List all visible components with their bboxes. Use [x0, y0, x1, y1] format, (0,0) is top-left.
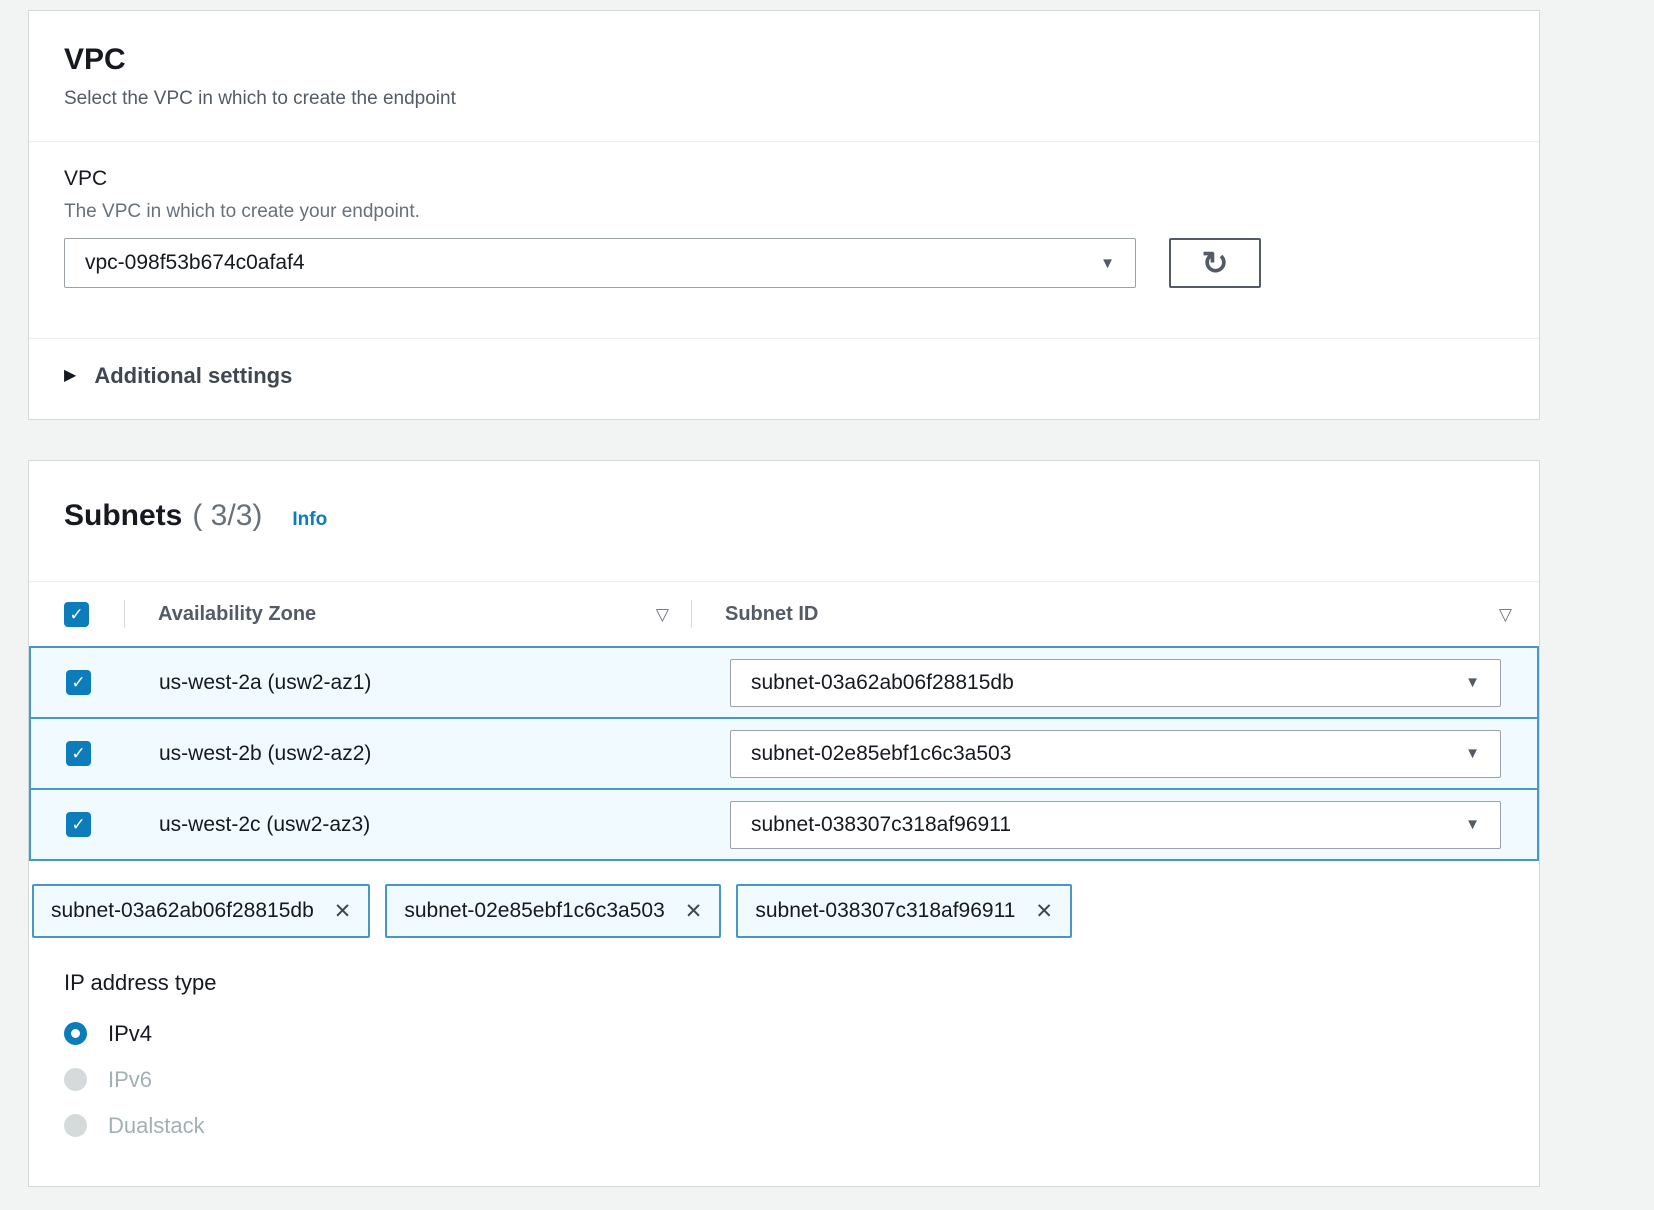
checkmark-icon: ✓	[71, 816, 85, 833]
ip-address-type-label: IP address type	[64, 970, 1504, 996]
subnet-select[interactable]: subnet-038307c318af96911 ▼	[730, 801, 1501, 849]
row-select-cell: ✓	[31, 670, 126, 695]
row-checkbox[interactable]: ✓	[66, 812, 91, 837]
subnets-table-header: ✓ Availability Zone ▽ Subnet ID ▽	[29, 582, 1539, 646]
availability-zone-cell: us-west-2b (usw2-az2)	[126, 742, 692, 766]
vpc-field-label: VPC	[64, 166, 1504, 192]
vpc-field-description: The VPC in which to create your endpoint…	[64, 200, 1504, 224]
availability-zone-cell: us-west-2a (usw2-az1)	[126, 671, 692, 695]
availability-zone-header-label: Availability Zone	[158, 603, 316, 626]
vpc-select-row: vpc-098f53b674c0afaf4 ▼ ↻	[64, 238, 1504, 338]
chevron-down-icon: ▼	[1465, 746, 1480, 761]
subnet-id-header-label: Subnet ID	[725, 603, 818, 626]
refresh-icon: ↻	[1202, 247, 1229, 279]
row-select-cell: ✓	[31, 812, 126, 837]
subnet-select-value: subnet-038307c318af96911	[751, 813, 1011, 837]
selected-subnet-tokens: subnet-03a62ab06f28815db ✕ subnet-02e85e…	[32, 884, 1504, 938]
select-all-cell: ✓	[29, 602, 124, 627]
table-row: ✓ us-west-2b (usw2-az2) subnet-02e85ebf1…	[31, 717, 1537, 788]
vpc-card: VPC Select the VPC in which to create th…	[28, 10, 1540, 420]
chevron-down-icon: ▼	[1465, 675, 1480, 690]
subnet-token-label: subnet-038307c318af96911	[755, 899, 1015, 923]
remove-token-icon[interactable]: ✕	[685, 901, 703, 922]
additional-settings-expander[interactable]: ▶ Additional settings	[29, 339, 1539, 419]
additional-settings-label: Additional settings	[94, 363, 292, 389]
checkmark-icon: ✓	[71, 674, 85, 691]
filter-icon[interactable]: ▽	[656, 606, 669, 623]
row-checkbox[interactable]: ✓	[66, 741, 91, 766]
vpc-card-header: VPC Select the VPC in which to create th…	[29, 11, 1539, 111]
table-row: ✓ us-west-2c (usw2-az3) subnet-038307c31…	[31, 788, 1537, 859]
subnets-count: ( 3/3)	[192, 499, 262, 533]
select-all-checkbox[interactable]: ✓	[64, 602, 89, 627]
radio-disabled-icon	[64, 1114, 87, 1137]
remove-token-icon[interactable]: ✕	[1035, 901, 1053, 922]
availability-zone-cell: us-west-2c (usw2-az3)	[126, 813, 692, 837]
subnet-select[interactable]: subnet-03a62ab06f28815db ▼	[730, 659, 1501, 707]
availability-zone-value: us-west-2b (usw2-az2)	[159, 742, 371, 766]
row-checkbox[interactable]: ✓	[66, 670, 91, 695]
vpc-select-value: vpc-098f53b674c0afaf4	[85, 251, 305, 275]
ip-address-type-section: IP address type IPv4 IPv6 Dualstack	[29, 938, 1539, 1141]
radio-selected-icon[interactable]	[64, 1022, 87, 1045]
filter-icon[interactable]: ▽	[1499, 606, 1512, 623]
checkmark-icon: ✓	[71, 745, 85, 762]
radio-option-ipv4[interactable]: IPv4	[64, 1018, 1504, 1049]
info-link[interactable]: Info	[292, 509, 327, 531]
refresh-button[interactable]: ↻	[1169, 238, 1261, 288]
chevron-down-icon: ▼	[1465, 817, 1480, 832]
row-select-cell: ✓	[31, 741, 126, 766]
expander-triangle-icon: ▶	[64, 368, 76, 384]
availability-zone-value: us-west-2c (usw2-az3)	[159, 813, 370, 837]
page: VPC Select the VPC in which to create th…	[0, 10, 1654, 1187]
vpc-card-body: VPC The VPC in which to create your endp…	[29, 142, 1539, 338]
radio-option-label: IPv4	[108, 1021, 152, 1047]
checkmark-icon: ✓	[69, 606, 83, 623]
subnet-token: subnet-03a62ab06f28815db ✕	[32, 884, 370, 938]
chevron-down-icon: ▼	[1100, 256, 1115, 271]
subnet-token-label: subnet-02e85ebf1c6c3a503	[404, 899, 664, 923]
subnet-id-cell: subnet-03a62ab06f28815db ▼	[692, 659, 1537, 707]
vpc-card-description: Select the VPC in which to create the en…	[64, 87, 1504, 111]
subnet-token: subnet-038307c318af96911 ✕	[736, 884, 1072, 938]
subnets-card-header: Subnets ( 3/3) Info	[29, 461, 1539, 535]
subnet-id-header-cell: Subnet ID ▽	[692, 603, 1539, 626]
radio-option-label: Dualstack	[108, 1113, 205, 1139]
subnet-id-cell: subnet-038307c318af96911 ▼	[692, 801, 1537, 849]
subnet-id-cell: subnet-02e85ebf1c6c3a503 ▼	[692, 730, 1537, 778]
vpc-select[interactable]: vpc-098f53b674c0afaf4 ▼	[64, 238, 1136, 288]
subnet-select[interactable]: subnet-02e85ebf1c6c3a503 ▼	[730, 730, 1501, 778]
radio-option-label: IPv6	[108, 1067, 152, 1093]
subnet-select-value: subnet-02e85ebf1c6c3a503	[751, 742, 1011, 766]
radio-disabled-icon	[64, 1068, 87, 1091]
radio-option-dualstack: Dualstack	[64, 1110, 1504, 1141]
availability-zone-value: us-west-2a (usw2-az1)	[159, 671, 371, 695]
subnets-card-title: Subnets	[64, 497, 182, 535]
availability-zone-header-cell: Availability Zone ▽	[125, 603, 691, 626]
subnet-token-label: subnet-03a62ab06f28815db	[51, 899, 314, 923]
vpc-card-title: VPC	[64, 41, 1504, 79]
subnet-select-value: subnet-03a62ab06f28815db	[751, 671, 1014, 695]
subnet-token: subnet-02e85ebf1c6c3a503 ✕	[385, 884, 721, 938]
subnets-card: Subnets ( 3/3) Info ✓ Availability Zone …	[28, 460, 1540, 1187]
subnets-table-body: ✓ us-west-2a (usw2-az1) subnet-03a62ab06…	[29, 646, 1539, 861]
table-row: ✓ us-west-2a (usw2-az1) subnet-03a62ab06…	[31, 646, 1537, 717]
remove-token-icon[interactable]: ✕	[334, 901, 352, 922]
radio-option-ipv6: IPv6	[64, 1064, 1504, 1095]
